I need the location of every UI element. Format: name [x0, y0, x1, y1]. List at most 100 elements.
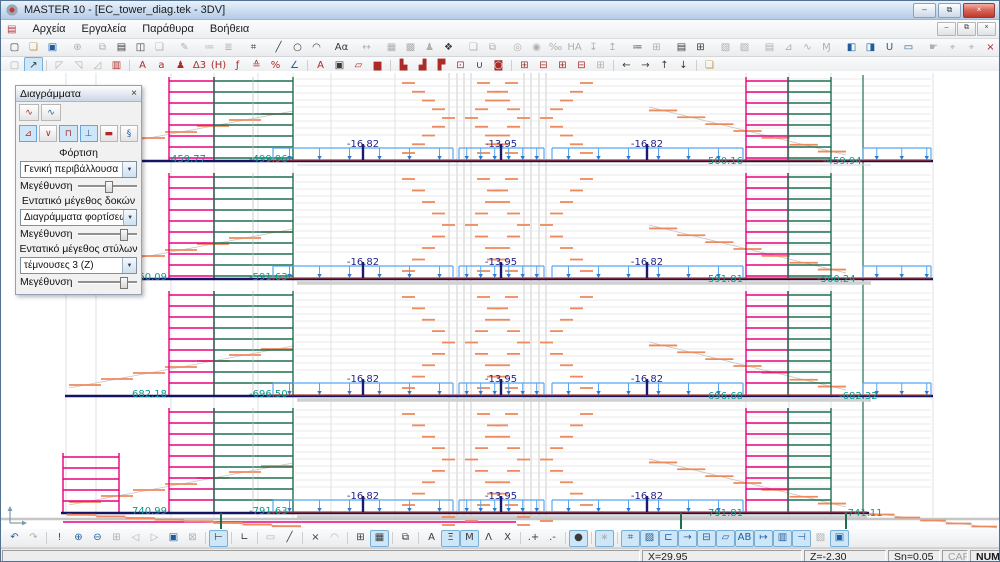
zoom-in[interactable]: ⊕ — [69, 530, 88, 547]
stamp-tool[interactable]: ⊕ — [68, 39, 87, 56]
beam-diagram-toggle[interactable]: ∿ — [19, 104, 39, 121]
measure-tool[interactable]: ▭ — [261, 530, 280, 547]
zoom-extents[interactable]: ▣ — [164, 530, 183, 547]
zoom-off[interactable]: ⊠ — [183, 530, 202, 547]
toggle-extra[interactable]: ▨ — [811, 530, 830, 547]
beam-zoom-slider[interactable] — [78, 228, 137, 240]
text-tool[interactable]: Aα — [332, 39, 351, 56]
zoom-window[interactable]: ⊞ — [107, 530, 126, 547]
toggle-grid[interactable]: ⌗ — [621, 530, 640, 547]
tools[interactable]: ❖ — [439, 39, 458, 56]
delete-tool[interactable]: × — [981, 39, 1000, 56]
toggle-arrow[interactable]: → — [678, 530, 697, 547]
menu-item[interactable]: Βοήθεια — [202, 22, 257, 36]
close-button[interactable]: × — [963, 3, 995, 18]
print[interactable]: ▤ — [112, 39, 131, 56]
zoom-doc-1[interactable]: ◎ — [508, 39, 527, 56]
page-setup[interactable]: ❏ — [150, 39, 169, 56]
corner-view[interactable]: ∟ — [235, 530, 254, 547]
toggle-end[interactable]: ⊣ — [792, 530, 811, 547]
zoom-next[interactable]: ▷ — [145, 530, 164, 547]
view-3d-2[interactable]: ▨ — [735, 39, 754, 56]
circle-tool[interactable]: ○ — [288, 39, 307, 56]
toggle-text[interactable]: AB — [735, 530, 754, 547]
find-member-1[interactable]: ⌖ — [943, 39, 962, 56]
dimension-tool[interactable]: ↔ — [357, 39, 376, 56]
table-calc[interactable]: ⊞ — [351, 530, 370, 547]
letter-lambda-layer[interactable]: Λ — [479, 530, 498, 547]
find-member-2[interactable]: ⌖ — [962, 39, 981, 56]
ele-tool[interactable]: ▦ — [382, 39, 401, 56]
point-plus[interactable]: .+ — [524, 530, 543, 547]
redo[interactable]: ↷ — [24, 530, 43, 547]
grid-toggle[interactable]: ▦ — [370, 530, 389, 547]
support-up[interactable]: ↥ — [603, 39, 622, 56]
dropdown-arrow-icon[interactable]: ▼ — [122, 162, 136, 177]
open-file[interactable]: ❏ — [24, 39, 43, 56]
pan-hand[interactable]: ☛ — [924, 39, 943, 56]
toggle-fill[interactable]: ▥ — [773, 530, 792, 547]
red-bar-indicator[interactable]: ▬ — [100, 125, 118, 142]
frame-gray[interactable]: ▤ — [760, 39, 779, 56]
toggle-plate[interactable]: ▱ — [716, 530, 735, 547]
axial-n-diagram[interactable]: ⊿ — [19, 125, 37, 142]
arc-tool[interactable]: ◠ — [307, 39, 326, 56]
new-file[interactable]: ▢ — [5, 39, 24, 56]
protractor[interactable]: ◠ — [325, 530, 344, 547]
column-zoom-slider[interactable] — [78, 276, 137, 288]
list-insert[interactable]: ≔ — [200, 39, 219, 56]
redraw[interactable]: ! — [50, 530, 69, 547]
zoom-doc-2[interactable]: ◉ — [527, 39, 546, 56]
drawing-canvas[interactable]: 459.77-499.96-16.82-13.95-16.82500.16-45… — [1, 71, 1000, 529]
save-file[interactable]: ▣ — [43, 39, 62, 56]
menu-item[interactable]: Αρχεία — [24, 22, 73, 36]
comment-view[interactable]: ▭ — [899, 39, 918, 56]
line-draw[interactable]: ╱ — [280, 530, 299, 547]
member-tool[interactable]: ♟ — [420, 39, 439, 56]
m-tool[interactable]: Ɱ — [817, 39, 836, 56]
ha-tool[interactable]: ΗΑ — [565, 39, 584, 56]
copy[interactable]: ⧉ — [93, 39, 112, 56]
saw-tool[interactable]: ∿ — [798, 39, 817, 56]
degrees-tool[interactable]: ‰ — [546, 39, 565, 56]
beam-magnitude-combobox[interactable]: Διαγράμματα φορτίσεων ▼ — [20, 209, 137, 226]
support-down[interactable]: ↧ — [584, 39, 603, 56]
list-edit[interactable]: ≔ — [628, 39, 647, 56]
calculator[interactable]: ⊞ — [647, 39, 666, 56]
print-preview[interactable]: ◫ — [131, 39, 150, 56]
mdi-close-button[interactable]: × — [977, 22, 996, 36]
toggle-last[interactable]: ▣ — [830, 530, 849, 547]
letter-m-layer[interactable]: M — [460, 530, 479, 547]
window-cascade[interactable]: ❏ — [464, 39, 483, 56]
view-3d-1[interactable]: ▧ — [716, 39, 735, 56]
copy-view[interactable]: ⧉ — [396, 530, 415, 547]
view-right[interactable]: ◨ — [861, 39, 880, 56]
diagram-display[interactable]: ⊢ — [209, 530, 228, 547]
intersect-tool[interactable]: × — [306, 530, 325, 547]
edit-pencil[interactable]: ✎ — [175, 39, 194, 56]
line-tool[interactable]: ╱ — [269, 39, 288, 56]
shear-v-diagram[interactable]: ∨ — [39, 125, 57, 142]
u-view[interactable]: U — [880, 39, 899, 56]
mouse-mode[interactable]: ● — [569, 530, 588, 547]
diagrams-panel-titlebar[interactable]: Διαγράμματα × — [16, 86, 141, 102]
menu-item[interactable]: Εργαλεία — [74, 22, 135, 36]
torsion-diagram[interactable]: ⊥ — [80, 125, 98, 142]
letter-x-layer[interactable]: X — [498, 530, 517, 547]
toggle-beam[interactable]: ⊟ — [697, 530, 716, 547]
list-props[interactable]: ≣ — [219, 39, 238, 56]
loading-zoom-slider[interactable] — [78, 180, 137, 192]
moment-m-diagram[interactable]: ⊓ — [59, 125, 77, 142]
close-icon[interactable]: × — [131, 89, 137, 99]
stairs-tool[interactable]: ⊿ — [779, 39, 798, 56]
dropdown-arrow-icon[interactable]: ▼ — [123, 210, 136, 225]
letter-xi-layer[interactable]: Ξ — [441, 530, 460, 547]
column-diagram-toggle[interactable]: ∿ — [41, 104, 61, 121]
section-forces[interactable]: § — [120, 125, 138, 142]
mdi-minimize-button[interactable]: – — [937, 22, 956, 36]
toggle-hatch[interactable]: ▨ — [640, 530, 659, 547]
print-batch[interactable]: ▤ — [672, 39, 691, 56]
column-magnitude-combobox[interactable]: τέμνουσες 3 (Z) ▼ — [20, 257, 137, 274]
point-minus[interactable]: .- — [543, 530, 562, 547]
undo[interactable]: ↶ — [5, 530, 24, 547]
